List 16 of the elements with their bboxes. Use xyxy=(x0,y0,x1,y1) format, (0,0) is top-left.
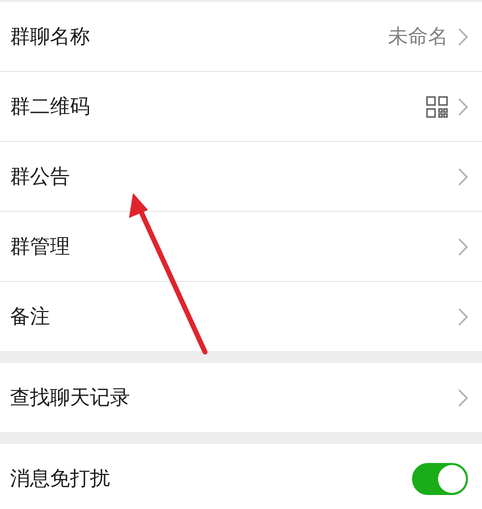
setting-label[interactable]: 群管理 xyxy=(10,233,70,260)
chevron-icon xyxy=(458,28,468,46)
setting-label[interactable]: 查找聊天记录 xyxy=(10,384,130,411)
setting-label[interactable]: 消息免打扰 xyxy=(10,465,110,492)
chevron-icon xyxy=(458,238,468,256)
setting-label[interactable]: 备注 xyxy=(10,303,50,330)
chevron-icon xyxy=(458,168,468,186)
qr-code-icon xyxy=(426,96,448,118)
chevron-icon xyxy=(458,308,468,326)
chevron-icon xyxy=(458,388,468,406)
row-value: 未命名 xyxy=(388,23,448,50)
setting-label[interactable]: 群聊名称 xyxy=(10,23,90,50)
toggle-switch[interactable] xyxy=(412,462,468,494)
setting-label[interactable]: 群公告 xyxy=(10,163,70,190)
chevron-icon xyxy=(458,98,468,116)
setting-label[interactable]: 群二维码 xyxy=(10,93,90,120)
